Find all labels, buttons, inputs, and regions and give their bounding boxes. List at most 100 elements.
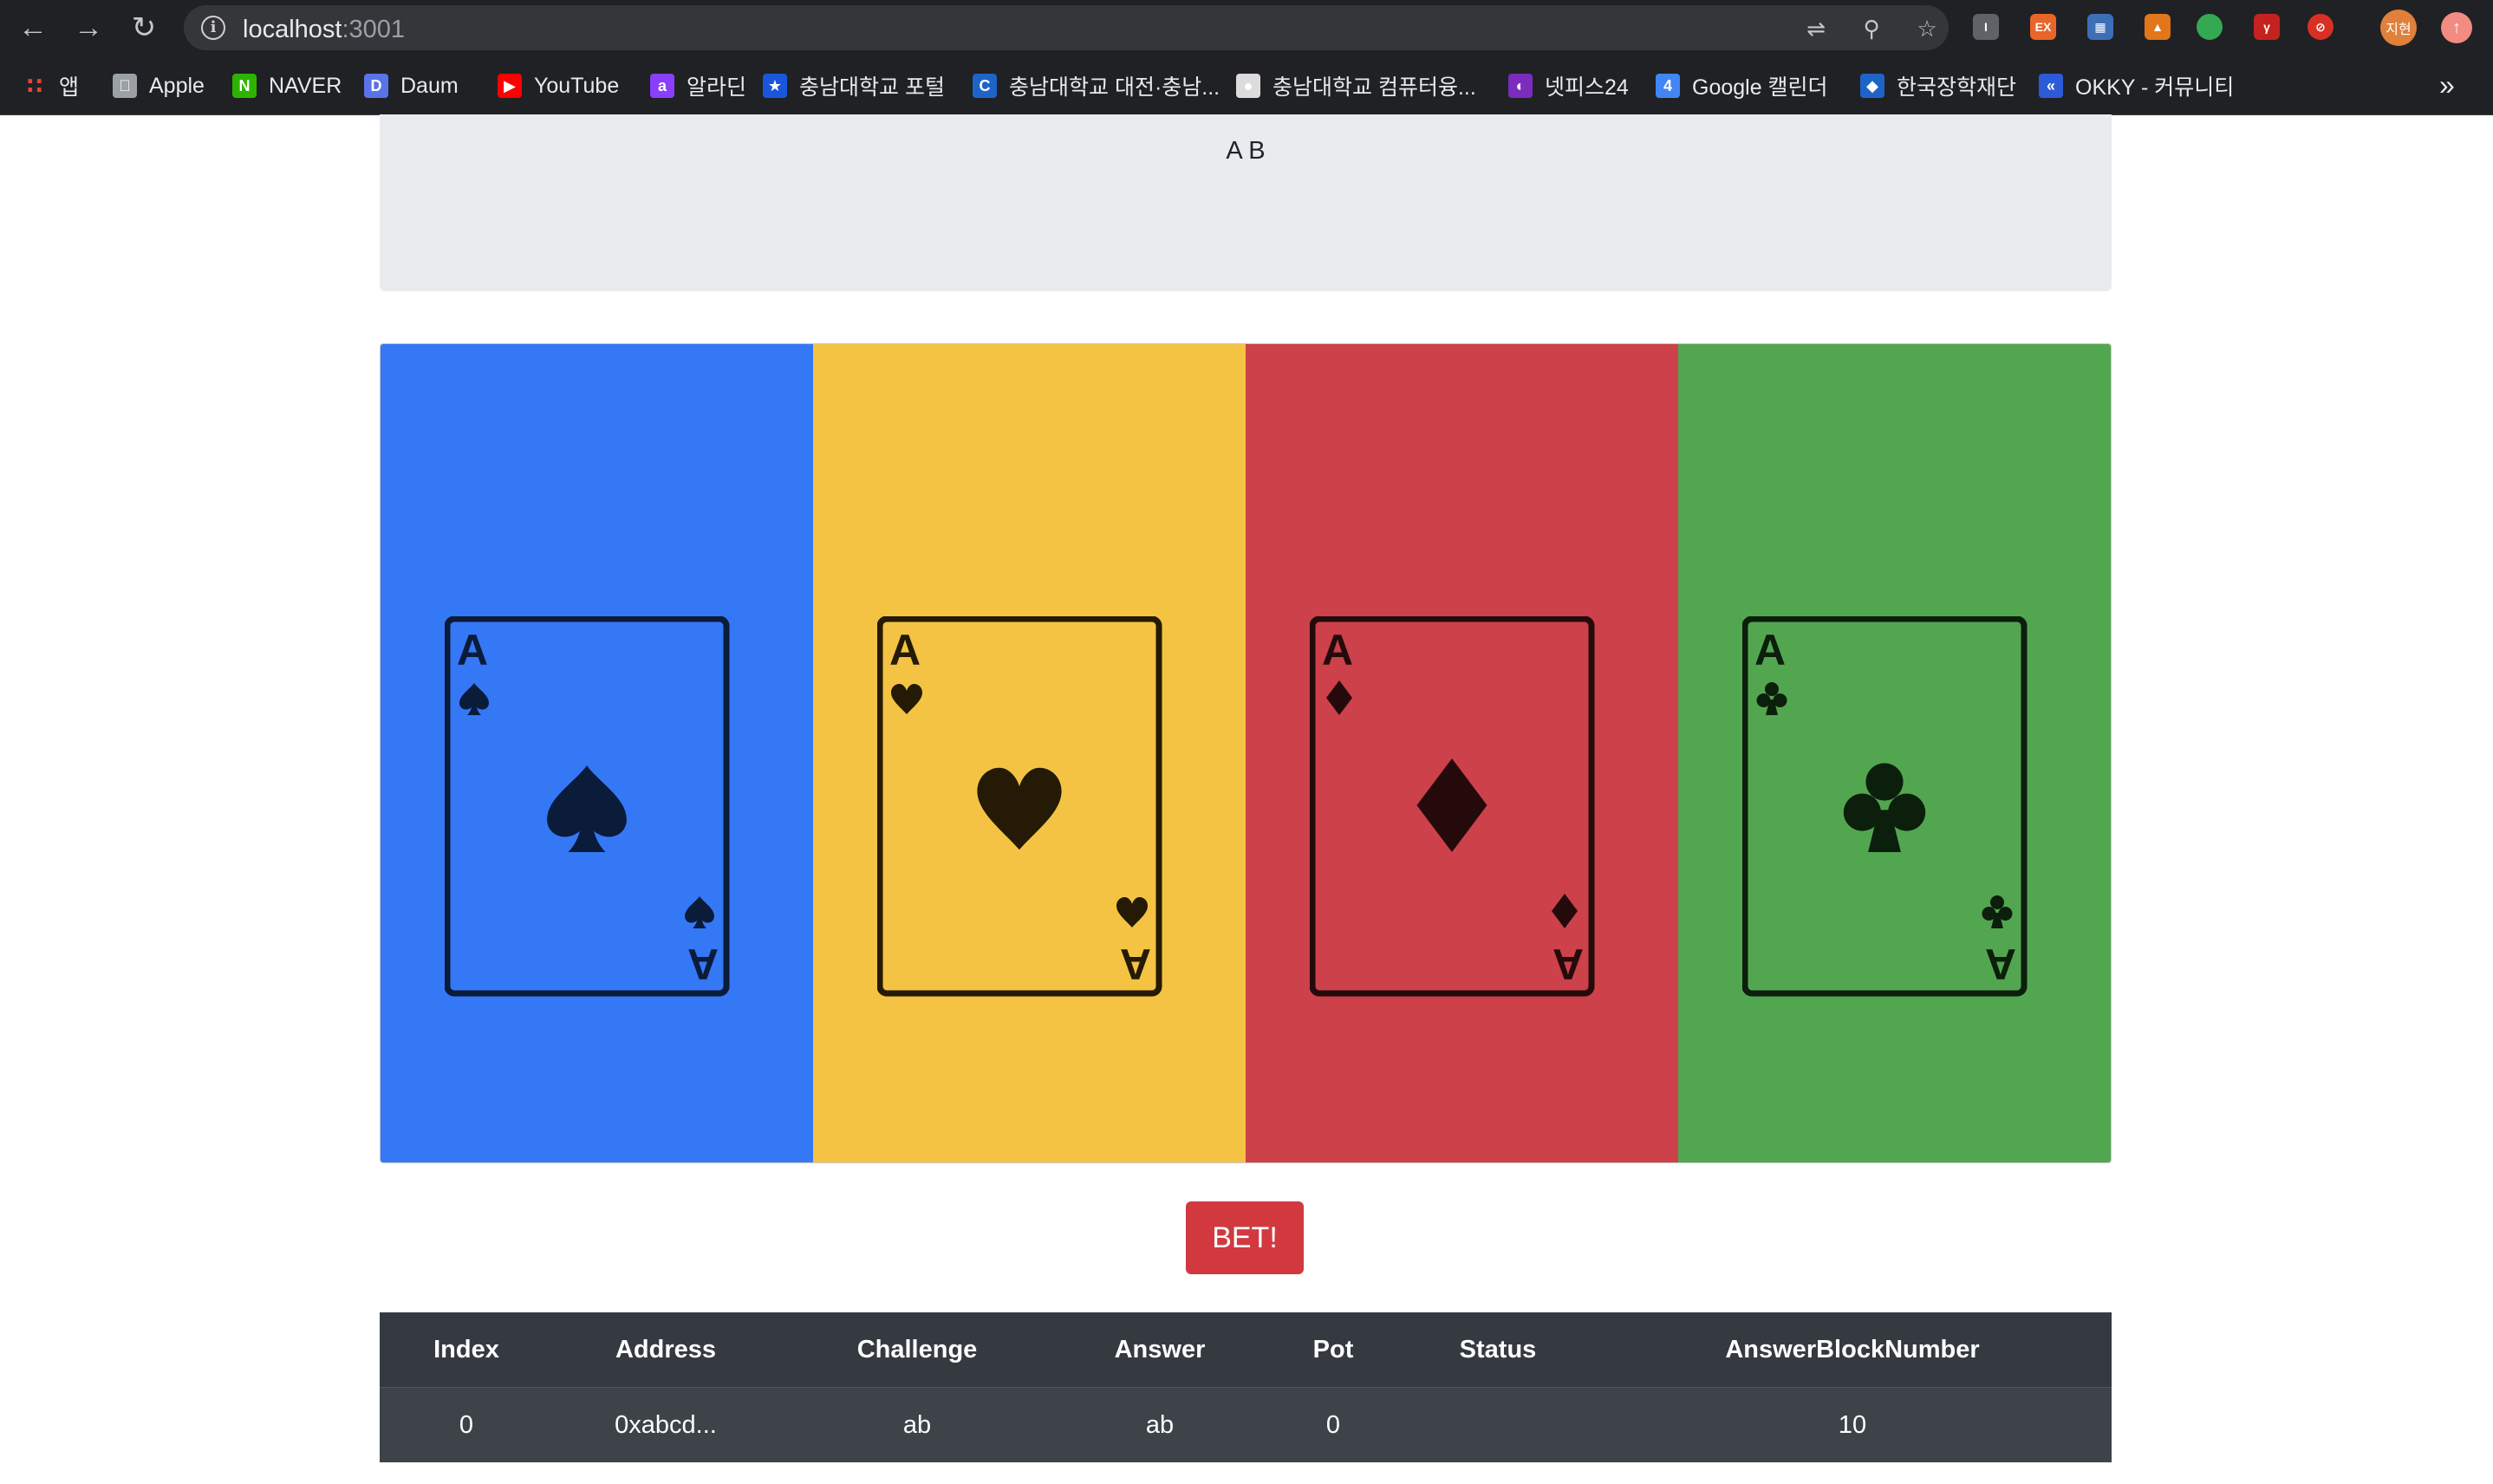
column-header: AnswerBlockNumber	[1593, 1312, 2112, 1388]
browser-toolbar: ← → ↻ i localhost:3001 ⇌ ⚲ ☆ I EX ▦ ▲ γ …	[0, 0, 2493, 55]
kosaf-icon: ◆	[1860, 74, 1884, 98]
card-suit-corner-top	[1326, 680, 1352, 715]
card-suit-center	[1416, 758, 1487, 852]
daum-icon: D	[364, 74, 388, 98]
bookmark-item[interactable]: ∷ 앱	[23, 72, 80, 101]
cnu-icon: C	[973, 74, 997, 98]
bookmark-item[interactable]: N NAVER	[232, 73, 342, 99]
google-calendar-icon: 4	[1656, 74, 1680, 98]
extension-netra-icon[interactable]: ▦	[2087, 14, 2113, 40]
site-info-icon[interactable]: i	[201, 16, 225, 40]
metamask-fox-icon[interactable]: ▲	[2145, 14, 2171, 40]
card-option-spade[interactable]: AA	[381, 344, 813, 1162]
extension-i-icon[interactable]: I	[1973, 14, 1999, 40]
extension-green-icon[interactable]	[2197, 14, 2223, 40]
bookmark-item[interactable]: ▶ YouTube	[498, 73, 619, 99]
card-selection-row: AAAAAAAA	[380, 343, 2112, 1163]
column-header: Status	[1403, 1312, 1593, 1388]
card-rank-top: A	[457, 626, 488, 674]
bookmark-label: 앱	[59, 75, 80, 100]
heart-ace-card-icon: AA	[877, 616, 1162, 997]
card-option-club[interactable]: AA	[1678, 344, 2111, 1162]
cnu-portal-icon: ★	[763, 74, 787, 98]
bookmark-item[interactable]: 4 Google 캘린더	[1656, 73, 1828, 100]
more-bookmarks-icon[interactable]: »	[2439, 69, 2455, 101]
bookmark-label: 한국장학재단	[1897, 75, 2017, 100]
profile-avatar[interactable]: 지현	[2380, 10, 2417, 46]
bookmark-label: 알라딘	[687, 75, 747, 100]
update-icon[interactable]: ↑	[2441, 12, 2472, 43]
bookmark-label: Daum	[400, 73, 459, 98]
card-rank-bottom: A	[687, 940, 719, 988]
back-arrow-icon[interactable]: ←	[12, 7, 54, 49]
card-suit-center	[547, 765, 627, 852]
table-cell	[1403, 1387, 1593, 1462]
aladin-icon: a	[650, 74, 674, 98]
card-suit-corner-top	[891, 684, 922, 714]
bookmark-item[interactable]: « OKKY - 커뮤니티	[2039, 73, 2235, 100]
card-rank-bottom: A	[1120, 940, 1151, 988]
card-suit-corner-bottom	[1552, 894, 1578, 928]
zoom-icon[interactable]: ⚲	[1858, 16, 1884, 42]
bookmark-item[interactable]:  Apple	[113, 73, 205, 99]
bookmark-item[interactable]: ● 충남대학교 컴퓨터융...	[1236, 73, 1476, 100]
bookmark-item[interactable]: ◆ 한국장학재단	[1860, 73, 2017, 100]
card-suit-corner-top	[1756, 682, 1787, 715]
url-text[interactable]: localhost:3001	[243, 16, 405, 44]
bookmark-label: 충남대학교 컴퓨터융...	[1273, 75, 1476, 100]
extension-ex-icon[interactable]: EX	[2030, 14, 2056, 40]
table-header-row: Index Address Challenge Answer Pot Status Answ…	[380, 1312, 2112, 1388]
jumbotron-header: A B	[380, 114, 2112, 291]
address-bar[interactable]: i localhost:3001 ⇌ ⚲ ☆	[184, 5, 1949, 50]
bookmark-label: OKKY - 커뮤니티	[2075, 75, 2235, 100]
bookmark-label: YouTube	[534, 73, 620, 98]
column-header: Challenge	[778, 1312, 1056, 1388]
column-header: Pot	[1264, 1312, 1403, 1388]
card-option-heart[interactable]: AA	[813, 344, 1246, 1162]
netffice-icon: ◐	[1508, 74, 1533, 98]
table-cell: 0xabcd...	[553, 1387, 778, 1462]
column-header: Index	[380, 1312, 553, 1388]
bet-button[interactable]: BET!	[1186, 1201, 1304, 1274]
bet-history-table: Index Address Challenge Answer Pot Status Answ…	[380, 1312, 2112, 1462]
table-cell: 0	[380, 1387, 553, 1462]
card-rank-bottom: A	[1985, 940, 2016, 988]
extension-block-icon[interactable]: ⊘	[2307, 14, 2334, 40]
card-suit-corner-bottom	[1116, 897, 1148, 928]
club-ace-card-icon: AA	[1742, 616, 2028, 997]
forward-arrow-icon[interactable]: →	[68, 7, 109, 49]
bookmark-item[interactable]: a 알라딘	[650, 73, 747, 100]
card-suit-corner-top	[459, 683, 489, 715]
table-cell: ab	[1056, 1387, 1264, 1462]
bookmark-star-icon[interactable]: ☆	[1914, 16, 1940, 42]
bookmark-item[interactable]: D Daum	[364, 73, 459, 99]
spade-ace-card-icon: AA	[445, 616, 730, 997]
table-row: 0 0xabcd... ab ab 0 10	[380, 1387, 2112, 1462]
table-cell: 10	[1593, 1387, 2112, 1462]
card-rank-top: A	[1322, 626, 1353, 674]
bookmark-label: Apple	[149, 73, 205, 98]
card-suit-corner-bottom	[685, 896, 714, 928]
card-option-diamond[interactable]: AA	[1246, 344, 1678, 1162]
card-suit-center	[1843, 763, 1926, 852]
url-port: :3001	[342, 16, 406, 43]
translate-icon[interactable]: ⇌	[1803, 16, 1829, 42]
extension-red-icon[interactable]: γ	[2254, 14, 2280, 40]
card-suit-corner-bottom	[1982, 895, 2013, 928]
bookmark-label: NAVER	[269, 73, 342, 98]
apple-icon: 	[113, 74, 137, 98]
bookmarks-bar: ∷앱AppleNNAVERDDaum▶YouTubea알라딘★충남대학교 포털…	[0, 55, 2493, 115]
okky-icon: «	[2039, 74, 2063, 98]
bookmark-item[interactable]: C 충남대학교 대전·충남...	[973, 73, 1220, 100]
bookmark-item[interactable]: ◐ 넷피스24	[1508, 73, 1629, 100]
apps-grid-icon: ∷	[26, 72, 43, 99]
page-title: A B	[1226, 137, 1266, 165]
reload-icon[interactable]: ↻	[123, 7, 165, 49]
bookmark-label: 넷피스24	[1545, 75, 1629, 100]
table-cell: ab	[778, 1387, 1056, 1462]
url-host: localhost	[243, 16, 342, 43]
globe-icon: ●	[1236, 74, 1260, 98]
card-rank-top: A	[889, 626, 921, 674]
bookmark-item[interactable]: ★ 충남대학교 포털	[763, 73, 945, 100]
bookmark-label: Google 캘린더	[1692, 75, 1828, 100]
